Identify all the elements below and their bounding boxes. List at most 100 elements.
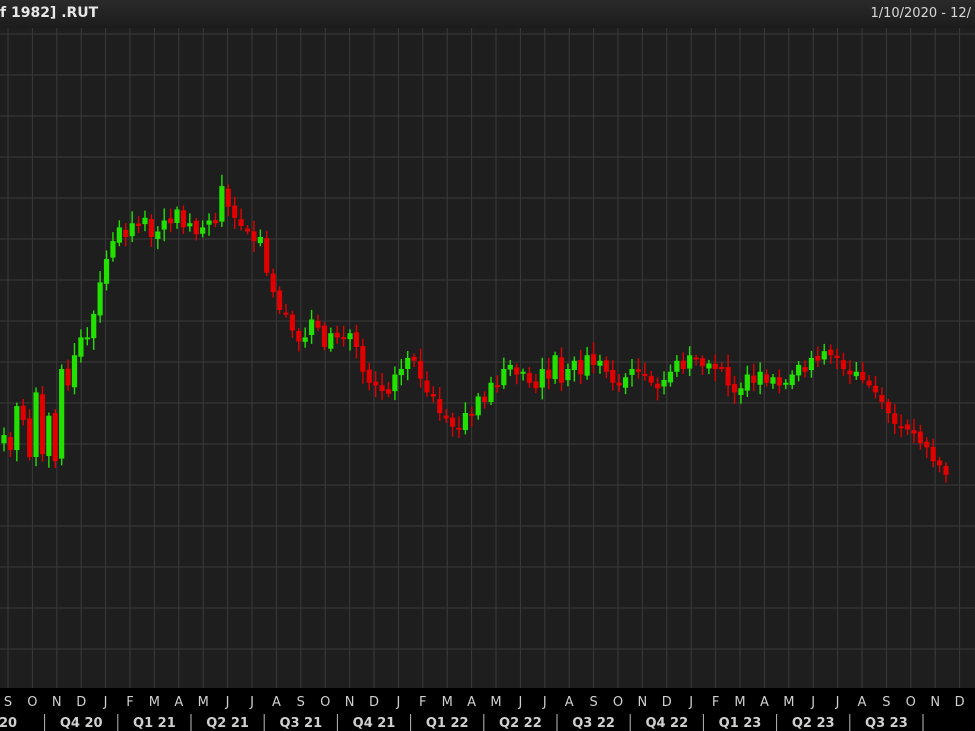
- candle: [488, 376, 494, 405]
- candle-body: [885, 401, 891, 413]
- candle-body: [65, 368, 71, 386]
- candle-body: [257, 237, 263, 244]
- candle-body: [33, 392, 39, 458]
- candle-body: [78, 337, 84, 357]
- x-tick-quarter: Q2 23: [792, 716, 835, 731]
- candle: [898, 414, 904, 438]
- candle: [180, 205, 187, 234]
- candle-body: [578, 360, 584, 375]
- x-tick-quarter: Q3 21: [279, 716, 322, 731]
- candle: [815, 346, 821, 367]
- candle-body: [789, 374, 795, 386]
- candle: [616, 373, 622, 392]
- candle-body: [27, 418, 33, 457]
- candle: [212, 212, 219, 228]
- candle-body: [110, 241, 116, 258]
- x-tick-month: A: [272, 695, 281, 710]
- candle-body: [20, 405, 26, 420]
- candle: [936, 456, 943, 473]
- candle-body: [622, 377, 629, 388]
- candle: [648, 370, 654, 386]
- candle-body: [168, 218, 174, 224]
- candle-body: [879, 394, 885, 402]
- candle-body: [584, 355, 590, 376]
- candle: [385, 382, 392, 398]
- candle-body: [642, 374, 648, 377]
- candle-body: [334, 332, 340, 338]
- candle-body: [821, 351, 827, 360]
- candle-body: [590, 354, 597, 365]
- candle-body: [135, 223, 142, 226]
- candle: [84, 327, 90, 346]
- x-tick-month: O: [906, 695, 916, 710]
- candle: [366, 362, 372, 391]
- candle-body: [706, 363, 712, 369]
- candle: [622, 373, 629, 395]
- candle-body: [1, 435, 7, 444]
- candle: [315, 314, 321, 332]
- candle-body: [757, 371, 763, 385]
- candle: [225, 184, 231, 217]
- candle: [161, 208, 167, 242]
- candle: [584, 346, 590, 380]
- candle-body: [437, 399, 443, 413]
- candle: [603, 356, 609, 379]
- candle-body: [430, 394, 436, 397]
- candle: [302, 327, 308, 348]
- candle-body: [174, 209, 180, 223]
- x-tick-month: N: [930, 695, 940, 710]
- x-tick-month: J: [835, 695, 840, 710]
- candle-body: [405, 358, 411, 369]
- x-tick-quarter: Q4 22: [645, 716, 688, 731]
- candle-body: [494, 385, 501, 388]
- candle-body: [206, 220, 212, 225]
- candle: [398, 359, 404, 386]
- candle: [437, 387, 443, 421]
- candle-body: [898, 426, 904, 429]
- candle: [142, 210, 148, 232]
- x-tick-month: M: [490, 695, 501, 710]
- candle-body: [449, 417, 456, 427]
- candle-body: [514, 367, 520, 375]
- candle-body: [712, 363, 718, 369]
- candle: [469, 407, 475, 428]
- candle: [699, 355, 706, 375]
- candle: [289, 310, 295, 338]
- candle-body: [860, 372, 866, 380]
- candle: [443, 409, 449, 424]
- candle: [27, 409, 33, 461]
- candle: [520, 368, 526, 381]
- candle-body: [328, 333, 334, 349]
- candle: [571, 356, 577, 382]
- candle-body: [597, 360, 603, 366]
- candle: [533, 373, 539, 394]
- candle-body: [546, 369, 552, 379]
- candle: [635, 358, 642, 379]
- x-tick-month: M: [783, 695, 794, 710]
- candle: [860, 361, 866, 384]
- candle-body: [776, 377, 782, 386]
- candle-body: [232, 205, 238, 218]
- candle-body: [507, 364, 513, 370]
- candle: [206, 213, 212, 236]
- candle: [770, 373, 776, 389]
- candle-body: [321, 325, 328, 347]
- candle-body: [52, 413, 58, 462]
- x-tick-month: S: [297, 695, 305, 710]
- x-tick-month: A: [565, 695, 574, 710]
- candle-body: [661, 380, 667, 387]
- candle-body: [469, 413, 475, 416]
- x-axis-ticks: SONDJFMAMJJASONDJFMAMJJASONDJFMAMJJASOND…: [0, 695, 965, 731]
- candle: [347, 329, 353, 351]
- candle: [264, 230, 270, 277]
- candle-body: [680, 360, 686, 369]
- candle-body: [283, 312, 289, 315]
- candle-body: [687, 355, 693, 369]
- x-tick-month: J: [395, 695, 400, 710]
- x-tick-month: D: [76, 695, 86, 710]
- candle-body: [161, 220, 167, 230]
- candle: [123, 223, 129, 247]
- x-tick-month: M: [149, 695, 160, 710]
- candle: [353, 324, 360, 359]
- candle: [482, 391, 488, 409]
